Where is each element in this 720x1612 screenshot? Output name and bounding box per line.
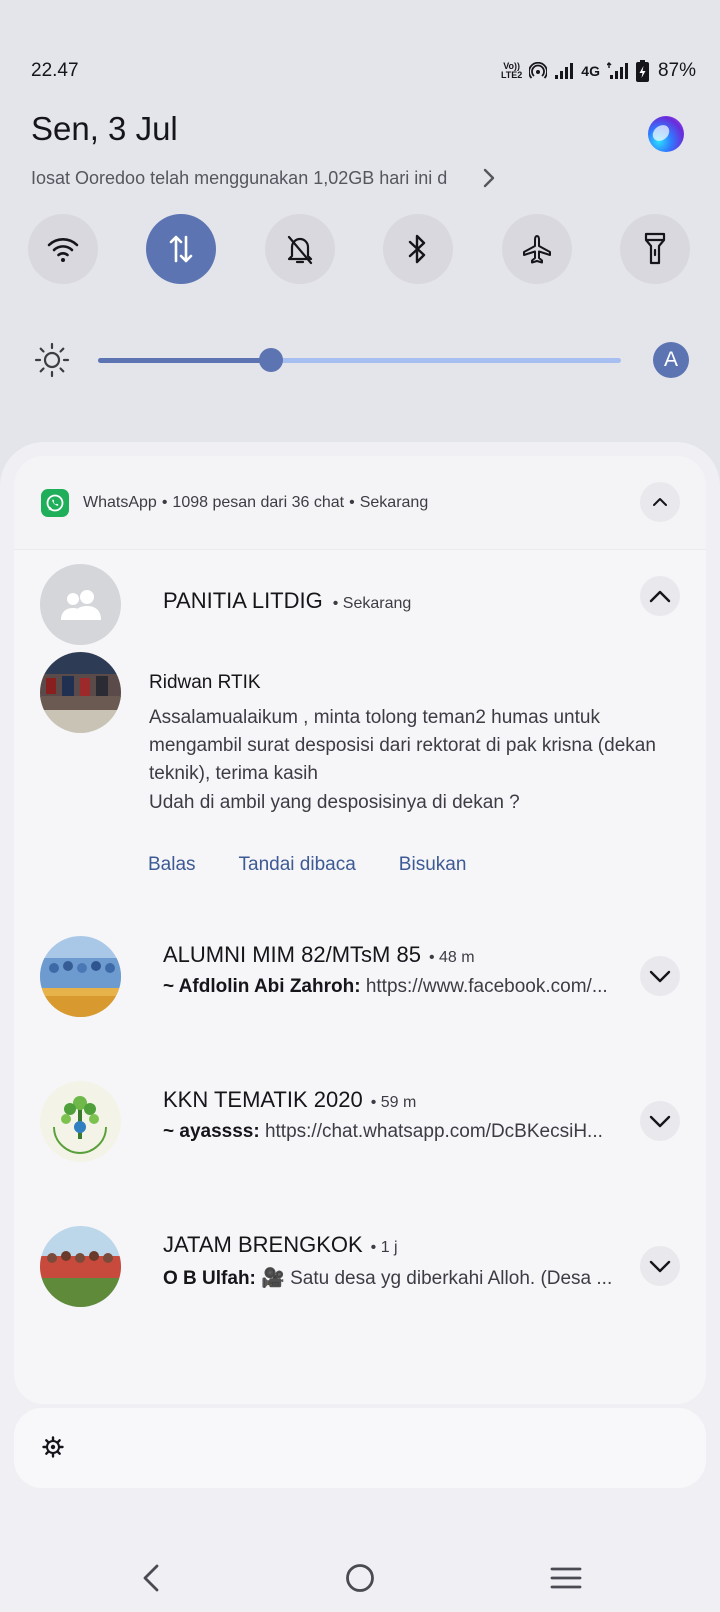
app-name: WhatsApp xyxy=(83,493,157,511)
notification-header[interactable]: WhatsApp • 1098 pesan dari 36 chat • Sekaran… xyxy=(14,456,706,550)
brightness-slider-fill xyxy=(98,358,271,363)
message-summary: 1098 pesan dari 36 chat xyxy=(172,493,345,511)
conversation-title: JATAM BRENGKOK • 1 j xyxy=(163,1232,398,1257)
data-usage-text: Iosat Ooredoo telah menggunakan 1,02GB h… xyxy=(31,167,448,188)
quick-settings-tiles xyxy=(28,214,690,284)
reply-button[interactable]: Balas xyxy=(148,854,196,876)
conversation-row[interactable]: KKN TEMATIK 2020 • 59 m ~ ayassss: https:… xyxy=(40,1081,680,1163)
message-text: Assalamualaikum , minta tolong teman2 hu… xyxy=(149,707,656,784)
chevron-up-icon xyxy=(649,590,671,602)
chevron-up-icon xyxy=(653,498,667,506)
conversation-row[interactable]: ALUMNI MIM 82/MTsM 85 • 48 m ~ Afdlolin A… xyxy=(40,936,680,1018)
notification-actions: Balas Tandai dibaca Bisukan xyxy=(148,854,466,876)
message-text-2: Udah di ambil yang desposisinya di dekan… xyxy=(149,792,520,813)
home-icon xyxy=(346,1564,374,1592)
bluetooth-icon xyxy=(408,234,426,264)
conversation-preview: O B Ulfah: 🎥 Satu desa yg diberkahi Allo… xyxy=(163,1268,613,1289)
notifications-off-icon xyxy=(287,235,312,265)
do-not-disturb-tile[interactable] xyxy=(264,214,335,284)
auto-brightness-button[interactable]: A xyxy=(653,342,689,378)
conversation-title: KKN TEMATIK 2020 • 59 m xyxy=(163,1087,417,1112)
chevron-down-icon xyxy=(649,970,671,982)
data-usage-info[interactable]: Iosat Ooredoo telah menggunakan 1,02GB h… xyxy=(31,165,531,191)
brightness-slider-thumb[interactable] xyxy=(258,348,283,372)
back-button[interactable] xyxy=(121,1548,181,1608)
menu-icon xyxy=(550,1567,582,1589)
airplane-icon xyxy=(522,235,551,264)
chevron-down-icon xyxy=(649,1260,671,1272)
chevron-down-icon xyxy=(649,1115,671,1127)
flashlight-tile[interactable] xyxy=(619,214,690,284)
home-button[interactable] xyxy=(330,1548,390,1608)
date-text: Sen, 3 Jul xyxy=(31,110,178,147)
wifi-tile[interactable] xyxy=(28,214,98,284)
notification-summary: WhatsApp • 1098 pesan dari 36 chat • Sekaran… xyxy=(83,493,429,511)
mobile-data-tile[interactable] xyxy=(146,214,217,284)
signal-2-icon xyxy=(606,62,628,79)
message-sender: Ridwan RTIK xyxy=(149,672,261,693)
signal-icon xyxy=(555,63,574,79)
notification-settings-bar xyxy=(14,1408,706,1488)
brightness-control: A xyxy=(34,338,690,382)
mobile-data-icon xyxy=(170,235,193,263)
chevron-right-icon xyxy=(483,168,495,188)
notification-time: Sekarang xyxy=(359,493,429,511)
expand-conversation-button[interactable] xyxy=(640,956,680,996)
conversation-preview: ~ ayassss: https://chat.whatsapp.com/DcB… xyxy=(163,1121,603,1142)
conversation-avatar xyxy=(40,1081,121,1162)
wifi-icon xyxy=(47,238,79,262)
network-type: 4G xyxy=(581,63,600,79)
conversation-row[interactable]: JATAM BRENGKOK • 1 j O B Ulfah: 🎥 Satu de… xyxy=(40,1226,680,1308)
back-icon xyxy=(143,1564,159,1592)
whatsapp-notification-card[interactable]: WhatsApp • 1098 pesan dari 36 chat • Sekaran… xyxy=(14,456,706,1404)
hotspot-icon xyxy=(529,62,548,79)
mute-button[interactable]: Bisukan xyxy=(399,854,467,876)
battery-icon xyxy=(635,60,649,82)
status-icons: Vo)) LTE2 4G 87% xyxy=(501,60,696,82)
whatsapp-icon xyxy=(41,488,69,517)
conversation-title: ALUMNI MIM 82/MTsM 85 • 48 m xyxy=(163,942,475,967)
group-icon xyxy=(60,589,101,620)
volte-icon: Vo)) LTE2 xyxy=(500,61,523,80)
gear-icon[interactable] xyxy=(42,1436,64,1458)
group-avatar xyxy=(40,564,121,645)
brightness-slider[interactable] xyxy=(98,348,621,372)
expand-conversation-button[interactable] xyxy=(640,1246,680,1286)
collapse-app-button[interactable] xyxy=(640,482,680,522)
assistant-icon[interactable] xyxy=(648,116,684,152)
conversation-preview: ~ Afdlolin Abi Zahroh: https://www.faceb… xyxy=(163,976,608,997)
flashlight-icon xyxy=(644,232,666,265)
conversation-title: PANITIA LITDIG • Sekarang xyxy=(163,588,412,613)
conversation-avatar xyxy=(40,936,121,1017)
expand-conversation-button[interactable] xyxy=(640,1101,680,1141)
status-time: 22.47 xyxy=(31,60,79,81)
bluetooth-tile[interactable] xyxy=(383,214,454,284)
expanded-conversation-header[interactable]: PANITIA LITDIG • Sekarang xyxy=(40,564,680,645)
brightness-icon xyxy=(34,342,70,378)
navigation-bar xyxy=(0,1548,720,1608)
sender-avatar xyxy=(40,652,121,733)
collapse-conversation-button[interactable] xyxy=(640,576,680,616)
mark-as-read-button[interactable]: Tandai dibaca xyxy=(239,854,356,876)
date-row: Sen, 3 Jul xyxy=(31,110,690,154)
battery-percentage: 87% xyxy=(657,60,696,81)
airplane-mode-tile[interactable] xyxy=(501,214,572,284)
status-bar: 22.47 Vo)) LTE2 4G 87% xyxy=(31,56,696,86)
recents-button[interactable] xyxy=(536,1548,596,1608)
conversation-avatar xyxy=(40,1226,121,1307)
